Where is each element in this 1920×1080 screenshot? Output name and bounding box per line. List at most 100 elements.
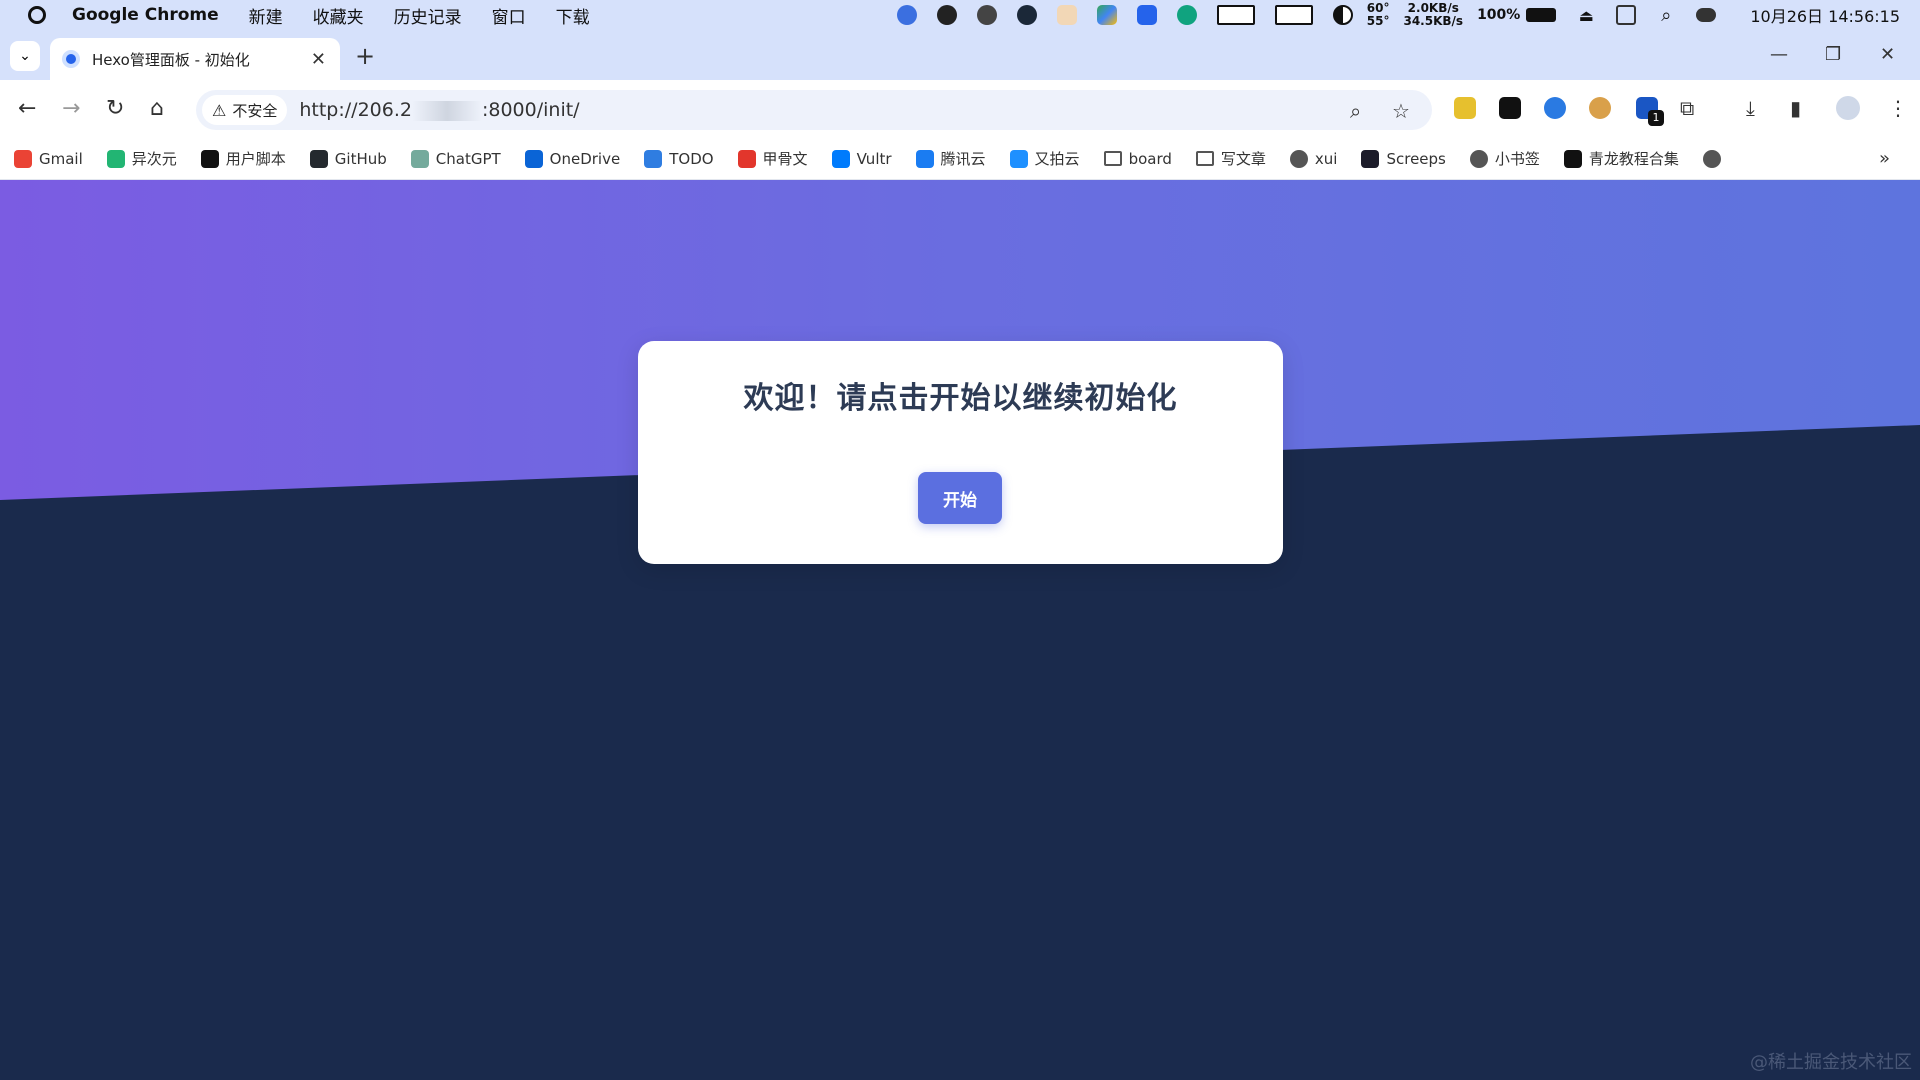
search-icon[interactable]: ⌕ bbox=[1350, 99, 1361, 123]
temperature-readout: 60° 55° bbox=[1367, 2, 1390, 28]
close-window-button[interactable]: ✕ bbox=[1880, 44, 1895, 65]
globe-icon bbox=[1289, 149, 1308, 168]
tray-cube-icon[interactable] bbox=[976, 5, 997, 25]
security-label: 不安全 bbox=[232, 101, 278, 120]
globe-icon[interactable] bbox=[1702, 149, 1721, 168]
gmail-icon bbox=[14, 149, 32, 168]
tray-cat-icon[interactable] bbox=[1056, 5, 1077, 25]
ssd-monitor-icon[interactable] bbox=[1216, 5, 1255, 25]
bookmark-label: Vultr bbox=[856, 149, 892, 168]
onedrive-icon bbox=[524, 149, 543, 168]
site-info-button[interactable]: ⚠ 不安全 bbox=[202, 95, 288, 125]
menu-new[interactable]: 新建 bbox=[249, 3, 283, 28]
home-button[interactable]: ⌂ bbox=[150, 96, 164, 121]
bookmark-item[interactable]: 腾讯云 bbox=[915, 148, 986, 169]
bookmark-item[interactable]: TODO bbox=[644, 149, 714, 168]
back-button[interactable]: ← bbox=[18, 96, 36, 121]
bookmark-label: xui bbox=[1314, 149, 1338, 168]
extension-mask-icon[interactable] bbox=[1499, 97, 1521, 119]
close-tab-icon[interactable]: ✕ bbox=[311, 49, 326, 70]
tray-app-icon[interactable] bbox=[896, 5, 917, 25]
tab-search-button[interactable]: ⌄ bbox=[10, 41, 40, 71]
chatgpt-icon bbox=[410, 149, 429, 168]
menu-history[interactable]: 历史记录 bbox=[394, 3, 462, 28]
notion-icon bbox=[1563, 149, 1582, 168]
bookmark-label: ChatGPT bbox=[435, 149, 501, 168]
download-icon[interactable]: ⤓ bbox=[1746, 96, 1755, 120]
battery-icon[interactable] bbox=[1526, 8, 1557, 22]
profile-avatar[interactable] bbox=[1836, 96, 1860, 120]
memory-monitor-icon[interactable] bbox=[1332, 5, 1353, 25]
screenshot-icon[interactable] bbox=[1616, 5, 1637, 25]
vultr-icon bbox=[831, 149, 850, 168]
bookmark-item[interactable]: 又拍云 bbox=[1009, 148, 1080, 169]
upyun-icon bbox=[1009, 149, 1028, 168]
bookmark-item[interactable]: Gmail bbox=[14, 149, 83, 168]
reload-button[interactable]: ↻ bbox=[106, 96, 124, 121]
chevron-double-right-icon[interactable]: » bbox=[1879, 148, 1890, 169]
search-icon[interactable]: ⌕ bbox=[1656, 5, 1676, 26]
tab-favicon-icon bbox=[62, 50, 80, 68]
bookmark-item[interactable]: Vultr bbox=[831, 149, 892, 168]
url-suffix: :8000/init/ bbox=[481, 99, 580, 121]
bookmark-item[interactable]: 用户脚本 bbox=[200, 148, 286, 169]
eject-icon[interactable]: ⏏ bbox=[1576, 5, 1596, 25]
url-prefix: http://206.2 bbox=[299, 99, 412, 121]
oracle-icon bbox=[737, 149, 756, 168]
forward-button[interactable]: → bbox=[62, 96, 80, 121]
bookmark-label: TODO bbox=[669, 149, 714, 168]
bookmark-item[interactable]: 甲骨文 bbox=[737, 148, 808, 169]
qq-icon[interactable] bbox=[936, 5, 957, 25]
globe-icon bbox=[1469, 149, 1488, 168]
bookmark-item[interactable]: 青龙教程合集 bbox=[1563, 148, 1679, 169]
userscript-icon bbox=[200, 149, 219, 168]
extension-translate-icon[interactable] bbox=[1544, 97, 1566, 119]
more-menu-icon[interactable]: ⋮ bbox=[1888, 96, 1908, 120]
todo-icon bbox=[644, 149, 663, 168]
restore-button[interactable]: ❐ bbox=[1825, 44, 1841, 65]
bookmark-item[interactable]: ChatGPT bbox=[410, 149, 501, 168]
extension-duck-icon[interactable] bbox=[1454, 97, 1476, 119]
battery-percent[interactable]: 100% bbox=[1477, 8, 1520, 22]
address-bar[interactable]: ⚠ 不安全 http://206.2 :8000/init/ ⌕ ☆ bbox=[196, 90, 1432, 130]
menu-window[interactable]: 窗口 bbox=[492, 3, 526, 28]
cpu-monitor-icon[interactable] bbox=[1274, 5, 1313, 25]
gradient-background bbox=[0, 180, 1920, 500]
bookmark-item[interactable]: Screeps bbox=[1361, 149, 1446, 168]
bookmark-item[interactable]: board bbox=[1103, 149, 1172, 168]
bookmark-item[interactable]: xui bbox=[1289, 149, 1338, 168]
tray-color-icon[interactable] bbox=[1096, 5, 1117, 25]
network-down: 34.5KB/s bbox=[1403, 14, 1464, 28]
side-panel-icon[interactable]: ▮ bbox=[1790, 96, 1801, 120]
bookmark-label: 异次元 bbox=[131, 150, 177, 168]
bookmark-label: board bbox=[1128, 149, 1172, 168]
bookmark-item[interactable]: 异次元 bbox=[106, 148, 177, 169]
bookmark-label: 用户脚本 bbox=[225, 150, 286, 168]
bookmark-item[interactable]: GitHub bbox=[309, 149, 387, 168]
app-name-menu[interactable]: Google Chrome bbox=[72, 5, 219, 25]
bookmark-item[interactable]: OneDrive bbox=[524, 149, 620, 168]
url-redaction bbox=[411, 100, 482, 121]
url-text[interactable]: http://206.2 :8000/init/ bbox=[299, 99, 579, 121]
minimize-button[interactable]: — bbox=[1770, 44, 1788, 65]
system-logo-icon[interactable] bbox=[28, 6, 46, 24]
new-tab-button[interactable]: + bbox=[355, 42, 375, 70]
bitwarden-icon[interactable] bbox=[1136, 5, 1157, 25]
control-center-icon[interactable] bbox=[1696, 8, 1717, 22]
bookmark-label: 青龙教程合集 bbox=[1588, 150, 1679, 168]
tray-shield-icon[interactable] bbox=[1176, 5, 1197, 25]
steam-icon[interactable] bbox=[1016, 5, 1037, 25]
menu-downloads[interactable]: 下载 bbox=[556, 3, 590, 28]
bookmark-label: 腾讯云 bbox=[940, 150, 986, 168]
watermark: @稀土掘金技术社区 bbox=[1750, 1052, 1912, 1073]
extensions-puzzle-icon[interactable]: ⧉ bbox=[1680, 96, 1694, 120]
menu-bookmarks[interactable]: 收藏夹 bbox=[313, 3, 364, 28]
bookmark-item[interactable]: 小书签 bbox=[1469, 148, 1540, 169]
active-tab[interactable]: Hexo管理面板 - 初始化 ✕ bbox=[50, 38, 340, 80]
screeps-icon bbox=[1361, 149, 1380, 168]
cookie-icon[interactable] bbox=[1589, 97, 1611, 119]
bookmark-item[interactable]: 写文章 bbox=[1195, 148, 1266, 169]
start-button[interactable]: 开始 bbox=[918, 472, 1002, 524]
clock[interactable]: 10月26日 14:56:15 bbox=[1750, 3, 1900, 27]
bookmark-star-icon[interactable]: ☆ bbox=[1392, 99, 1410, 123]
